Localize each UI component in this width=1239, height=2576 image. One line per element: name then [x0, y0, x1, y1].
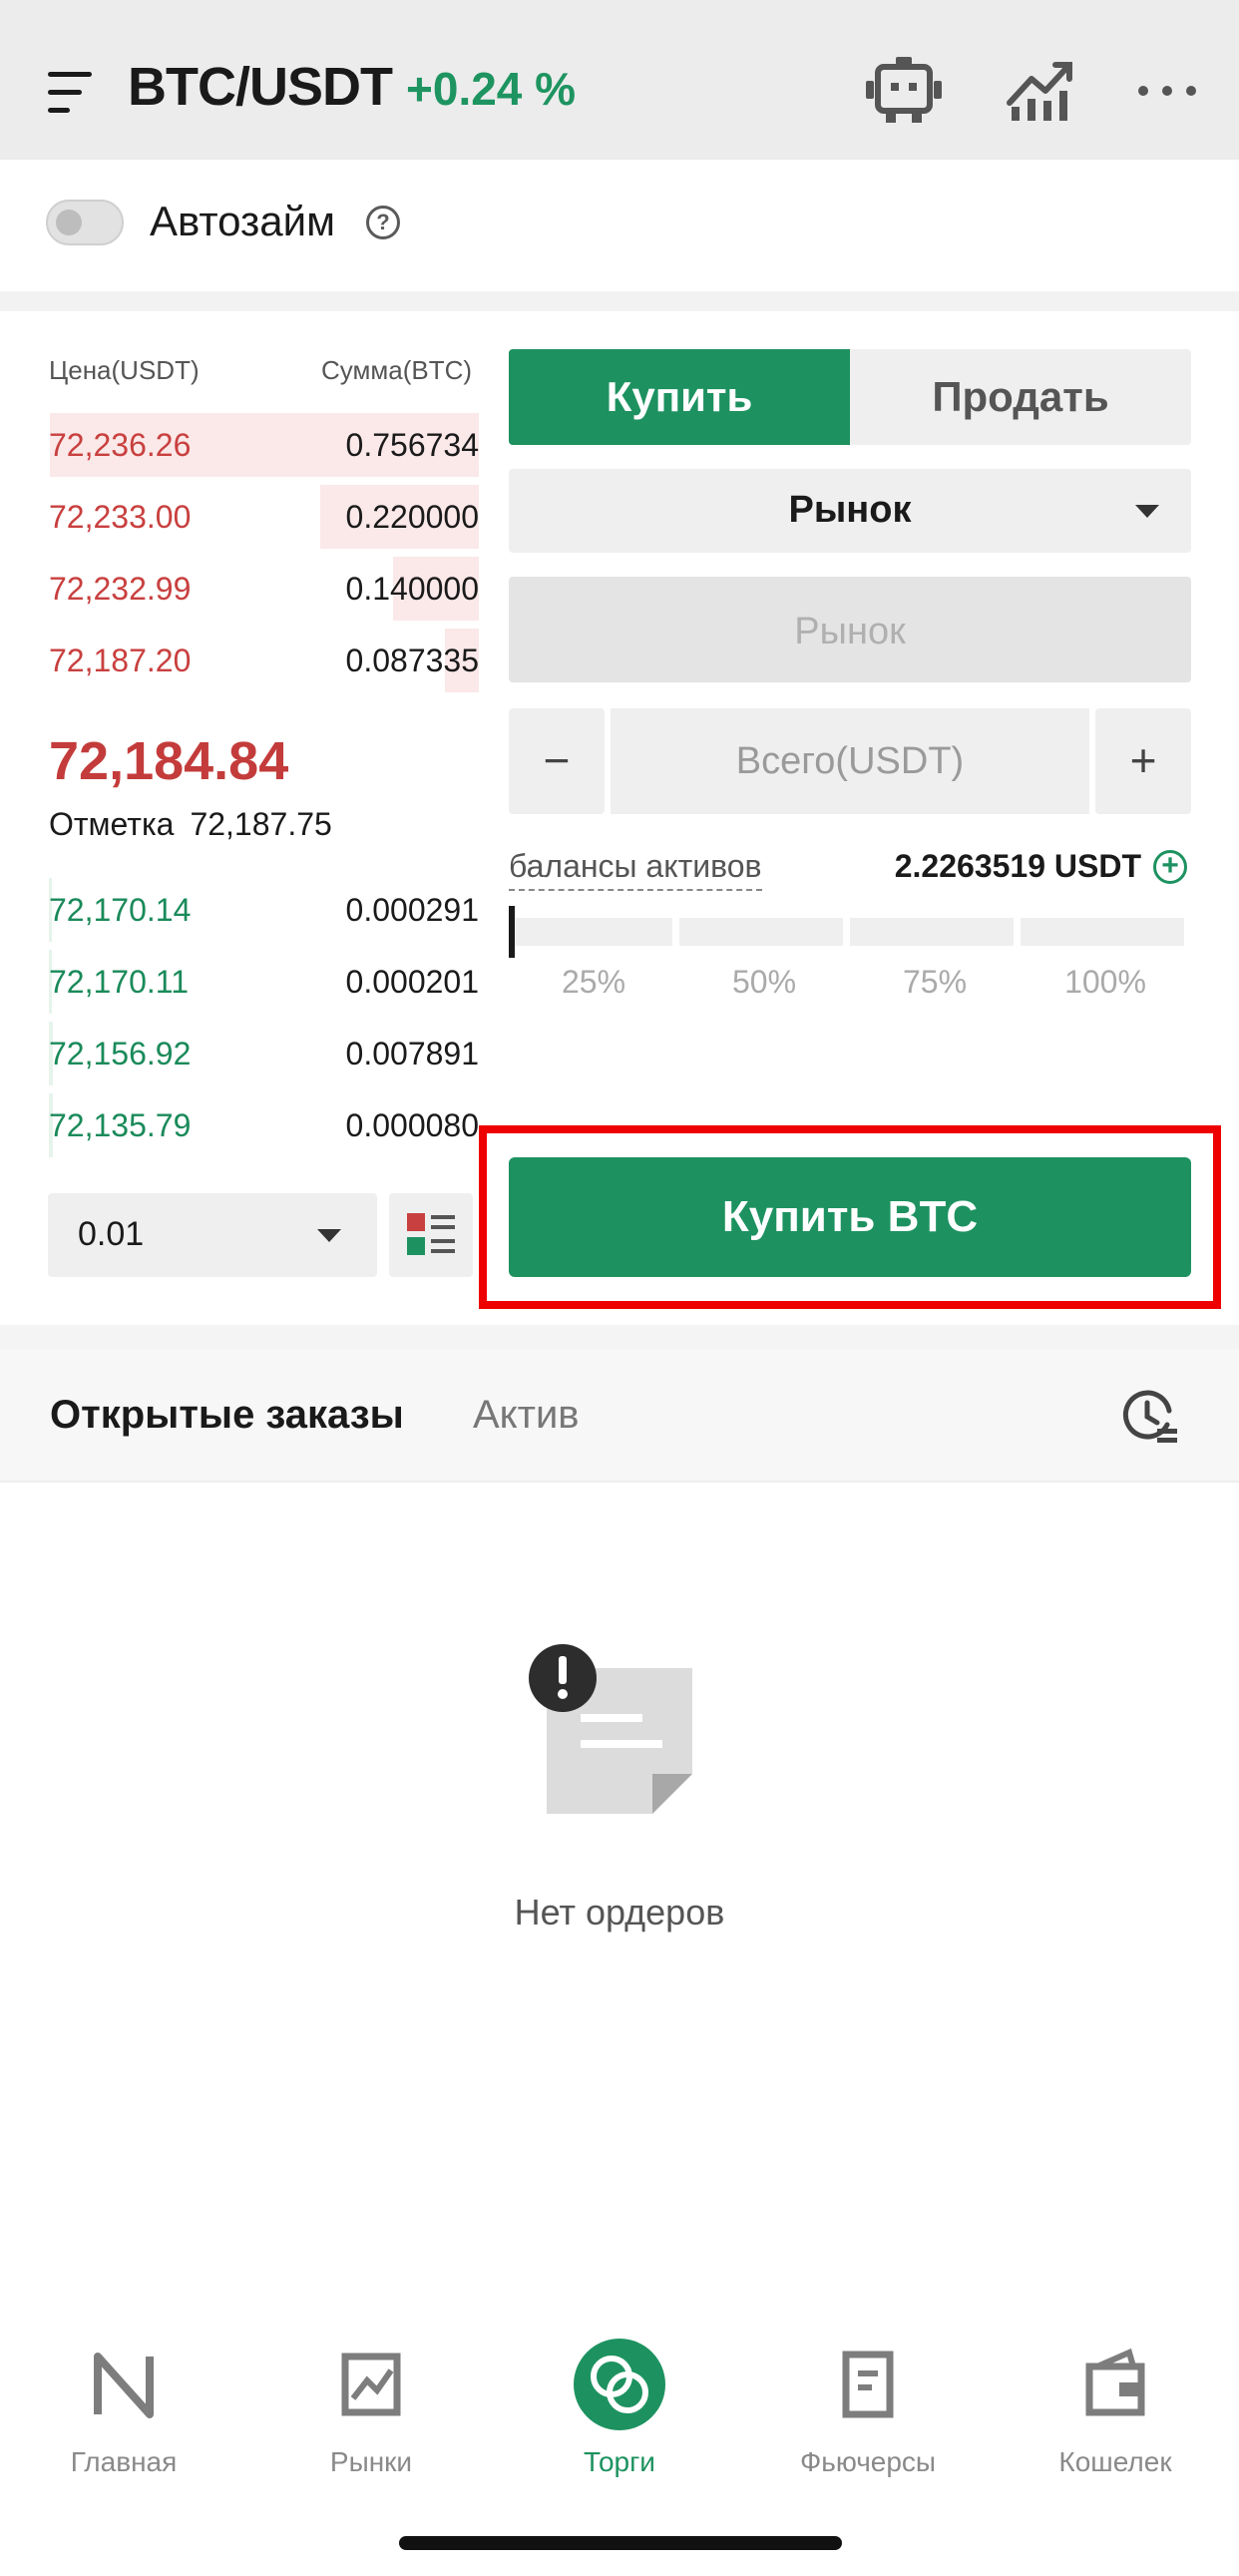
ask-amount: 0.087335 — [345, 643, 479, 678]
increase-button[interactable]: + — [1095, 708, 1191, 814]
empty-document-icon — [529, 1644, 692, 1814]
ask-amount: 0.140000 — [345, 571, 479, 607]
tab-asset[interactable]: Актив — [473, 1393, 580, 1438]
bid-amount: 0.000080 — [345, 1107, 479, 1143]
bid-price: 72,135.79 — [49, 1107, 192, 1143]
bid-amount: 0.000201 — [345, 964, 479, 1000]
ask-row[interactable]: 72,236.26 0.756734 — [0, 409, 479, 481]
nav-home[interactable]: Главная — [24, 2335, 223, 2477]
bid-amount: 0.007891 — [345, 1036, 479, 1072]
slider-segment — [509, 918, 672, 946]
highlight-box — [479, 1125, 1221, 1309]
nav-home-label: Главная — [70, 2446, 178, 2477]
empty-state-text: Нет ордеров — [514, 1892, 725, 1932]
buy-tab[interactable]: Купить — [509, 349, 850, 445]
more-icon[interactable] — [1127, 55, 1207, 125]
trade-icon — [574, 2339, 665, 2430]
ask-amount: 0.756734 — [345, 427, 479, 463]
markets-icon — [341, 2353, 401, 2416]
precision-select[interactable]: 0.01 — [48, 1193, 377, 1277]
menu-icon[interactable] — [48, 70, 94, 116]
autoloan-toggle[interactable] — [46, 200, 124, 245]
total-input[interactable]: Всего(USDT) — [611, 708, 1089, 814]
nav-futures-label: Фьючерсы — [799, 2446, 937, 2477]
ask-amount: 0.220000 — [345, 499, 479, 535]
ask-price: 72,232.99 — [49, 571, 192, 607]
order-type-value: Рынок — [788, 489, 912, 531]
slider-segment — [1021, 918, 1184, 946]
ask-row[interactable]: 72,233.00 0.220000 — [0, 481, 479, 553]
nav-trade[interactable]: Торги — [520, 2335, 719, 2477]
decrease-button[interactable]: − — [509, 708, 605, 814]
nav-wallet-label: Кошелек — [1058, 2446, 1172, 2477]
precision-value: 0.01 — [78, 1215, 145, 1253]
nav-markets-label: Рынки — [329, 2446, 413, 2477]
toggle-knob — [56, 210, 82, 235]
last-price: 72,184.84 — [49, 731, 289, 791]
bid-row[interactable]: 72,170.14 0.000291 — [0, 874, 479, 946]
ask-price: 72,236.26 — [49, 427, 192, 463]
bid-row[interactable]: 72,135.79 0.000080 — [0, 1089, 479, 1161]
orderbook-view-toggle[interactable] — [389, 1193, 473, 1277]
nav-futures[interactable]: Фьючерсы — [768, 2335, 968, 2477]
bid-price: 72,170.11 — [49, 964, 189, 1000]
orderbook-layout-icon — [407, 1213, 455, 1255]
wallet-icon — [1085, 2348, 1145, 2416]
nav-trade-label: Торги — [584, 2446, 655, 2477]
balance-label[interactable]: балансы активов — [509, 848, 762, 891]
percent-25[interactable]: 25% — [509, 964, 678, 1001]
mark-label: Отметка — [49, 806, 175, 842]
order-type-select[interactable]: Рынок — [509, 469, 1191, 553]
chevron-down-icon — [1135, 505, 1159, 518]
autoloan-label: Автозайм — [150, 198, 336, 244]
nav-wallet[interactable]: Кошелек — [1016, 2335, 1215, 2477]
ask-row[interactable]: 72,187.20 0.087335 — [0, 625, 479, 696]
slider-segment — [679, 918, 843, 946]
tab-open-orders[interactable]: Открытые заказы — [50, 1393, 404, 1438]
chevron-down-icon — [317, 1229, 341, 1242]
bid-amount: 0.000291 — [345, 892, 479, 928]
slider-segment — [850, 918, 1014, 946]
ask-price: 72,187.20 — [49, 643, 192, 678]
order-history-icon[interactable] — [1119, 1387, 1179, 1447]
ask-row[interactable]: 72,232.99 0.140000 — [0, 553, 479, 625]
home-icon — [94, 2353, 154, 2418]
nav-markets[interactable]: Рынки — [271, 2335, 471, 2477]
percent-100[interactable]: 100% — [1021, 964, 1190, 1001]
help-icon[interactable]: ? — [366, 206, 400, 239]
bid-price: 72,170.14 — [49, 892, 192, 928]
percent-75[interactable]: 75% — [850, 964, 1020, 1001]
trading-pair-title[interactable]: BTC/USDT — [128, 56, 393, 118]
mark-value: 72,187.75 — [190, 806, 332, 842]
ask-price: 72,233.00 — [49, 499, 192, 535]
chart-icon[interactable] — [1002, 55, 1081, 125]
bid-row[interactable]: 72,170.11 0.000201 — [0, 946, 479, 1018]
orderbook-amount-header: Сумма(BTC) — [321, 355, 473, 385]
section-divider — [0, 1325, 1239, 1349]
futures-icon — [842, 2351, 894, 2418]
price-change-percent: +0.24 % — [406, 63, 577, 115]
price-field-placeholder: Рынок — [794, 611, 906, 652]
slider-handle[interactable] — [509, 906, 515, 958]
bid-price: 72,156.92 — [49, 1036, 192, 1072]
total-placeholder: Всего(USDT) — [735, 740, 965, 782]
percent-50[interactable]: 50% — [679, 964, 849, 1001]
home-indicator — [399, 2536, 842, 2550]
section-divider — [0, 291, 1239, 311]
bid-row[interactable]: 72,156.92 0.007891 — [0, 1018, 479, 1089]
sell-tab[interactable]: Продать — [850, 349, 1191, 445]
orderbook-price-header: Цена(USDT) — [49, 355, 200, 385]
balance-value: 2.2263519 USDT — [894, 848, 1141, 884]
add-funds-icon[interactable]: + — [1153, 850, 1187, 884]
robot-icon[interactable] — [864, 55, 944, 125]
mark-price: Отметка 72,187.75 — [49, 806, 332, 843]
price-field: Рынок — [509, 577, 1191, 682]
